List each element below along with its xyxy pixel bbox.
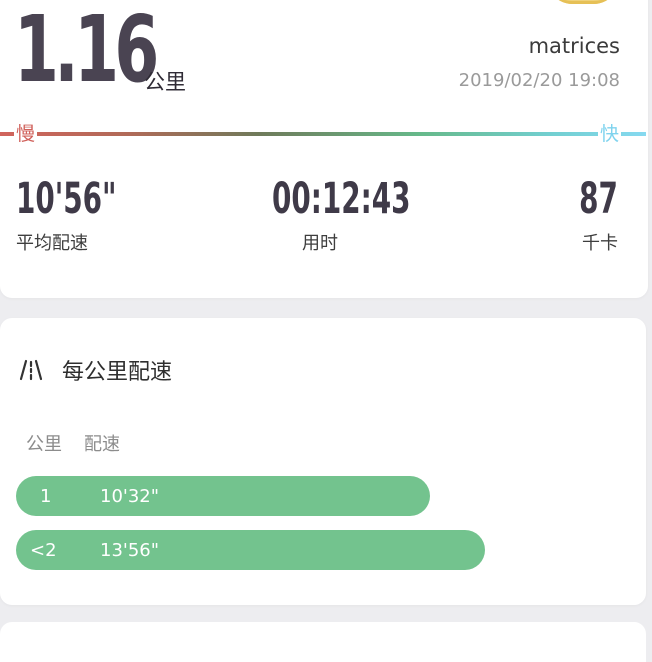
pace-table-header: 公里 配速 (26, 430, 142, 456)
fast-label: 快 (598, 122, 622, 146)
row-pace: 13'56" (100, 539, 160, 561)
avg-pace-label: 平均配速 (16, 233, 88, 254)
avg-pace-value: 10'56" (16, 174, 117, 224)
column-header-km: 公里 (26, 434, 62, 455)
pace-row: 1 10'32" (16, 476, 430, 516)
slow-label: 慢 (14, 122, 38, 146)
row-pace: 10'32" (100, 485, 160, 507)
run-summary-card: 1.16 公里 matrices 2019/02/20 19:08 慢 快 10… (0, 0, 648, 298)
pace-card-title: 每公里配速 (62, 360, 173, 385)
pace-gradient-line (0, 132, 646, 136)
road-icon (18, 357, 44, 383)
distance-display: 1.16 公里 (14, 0, 194, 103)
pace-card-header: 每公里配速 (18, 354, 172, 386)
calories-label: 千卡 (582, 233, 618, 254)
avg-pace-stat: 10'56" 平均配速 (16, 178, 156, 255)
column-header-pace: 配速 (84, 434, 120, 455)
row-km: 1 (40, 485, 52, 507)
pace-color-scale: 慢 快 (0, 122, 646, 146)
duration-label: 用时 (302, 233, 338, 254)
row-km: <2 (30, 539, 57, 561)
distance-value: 1.16 (14, 0, 159, 103)
calories-value: 87 (579, 174, 618, 224)
pace-row: <2 13'56" (16, 530, 485, 570)
distance-unit: 公里 (144, 70, 186, 94)
run-datetime: 2019/02/20 19:08 (458, 70, 620, 91)
per-km-pace-card: 每公里配速 公里 配速 1 10'32" <2 13'56" (0, 318, 646, 605)
duration-stat: 00:12:43 用时 (245, 178, 411, 255)
avatar[interactable] (548, 0, 618, 4)
duration-value: 00:12:43 (271, 174, 411, 224)
calories-stat: 87 千卡 (564, 178, 618, 255)
username[interactable]: matrices (529, 34, 620, 58)
next-card (0, 622, 646, 662)
